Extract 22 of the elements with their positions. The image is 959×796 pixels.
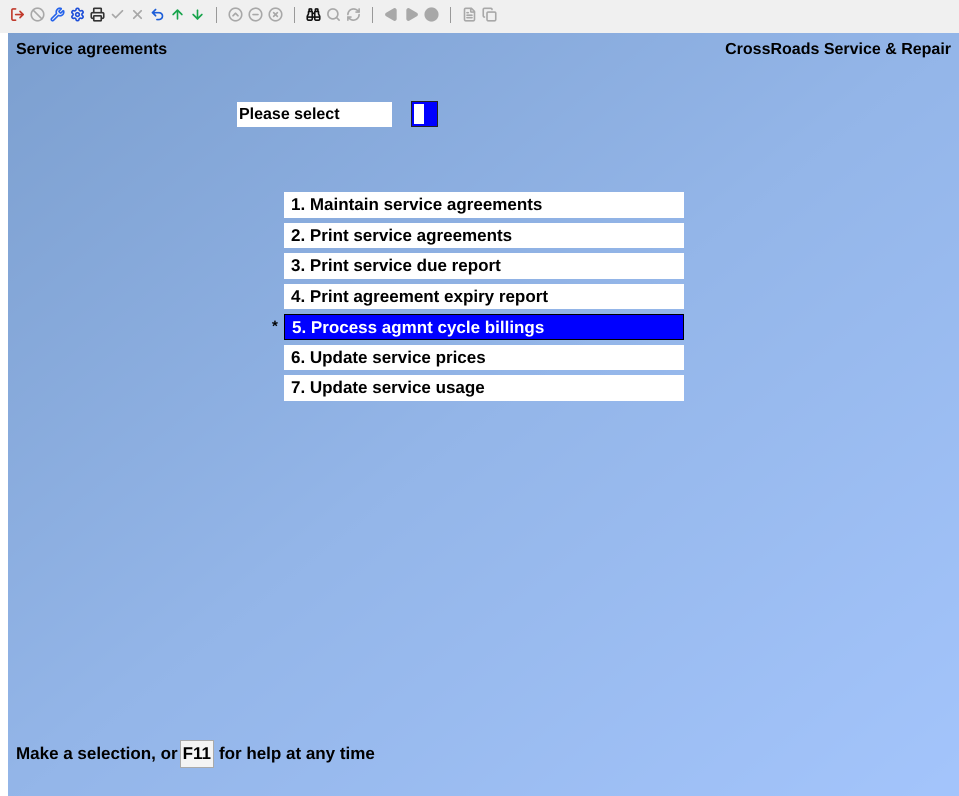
help-text: for help at any time [218, 743, 375, 765]
undo-icon[interactable] [150, 7, 165, 22]
menu-item[interactable]: 6. Update service prices [284, 344, 684, 370]
input-field[interactable] [411, 101, 438, 127]
menu-item[interactable]: 2. Print service agreements [284, 222, 684, 248]
menu-item[interactable]: 3. Print service due report [284, 253, 684, 278]
f11-key[interactable]: F11 [180, 740, 214, 768]
help-text: Make a selection, or [16, 743, 178, 765]
printer-icon[interactable] [90, 7, 105, 22]
binoculars-icon[interactable] [306, 7, 321, 22]
menu-item[interactable]: 5. Process agmnt cycle billings [284, 314, 684, 340]
menu-item[interactable]: 7. Update service usage [284, 375, 684, 400]
menu-item[interactable]: 4. Print agreement expiry report [284, 284, 684, 309]
tools-icon[interactable] [50, 7, 65, 22]
company-name: CrossRoads Service & Repair [725, 40, 951, 60]
exit-icon[interactable] [10, 7, 25, 22]
settings-icon[interactable] [70, 7, 85, 22]
screen-title: Service agreements [16, 40, 168, 60]
prompt-label: Please select [237, 102, 392, 126]
menu-item[interactable]: 1. Maintain service agreements [284, 192, 684, 218]
selection-marker: * [272, 316, 279, 336]
down-arrow-icon[interactable] [190, 7, 205, 22]
